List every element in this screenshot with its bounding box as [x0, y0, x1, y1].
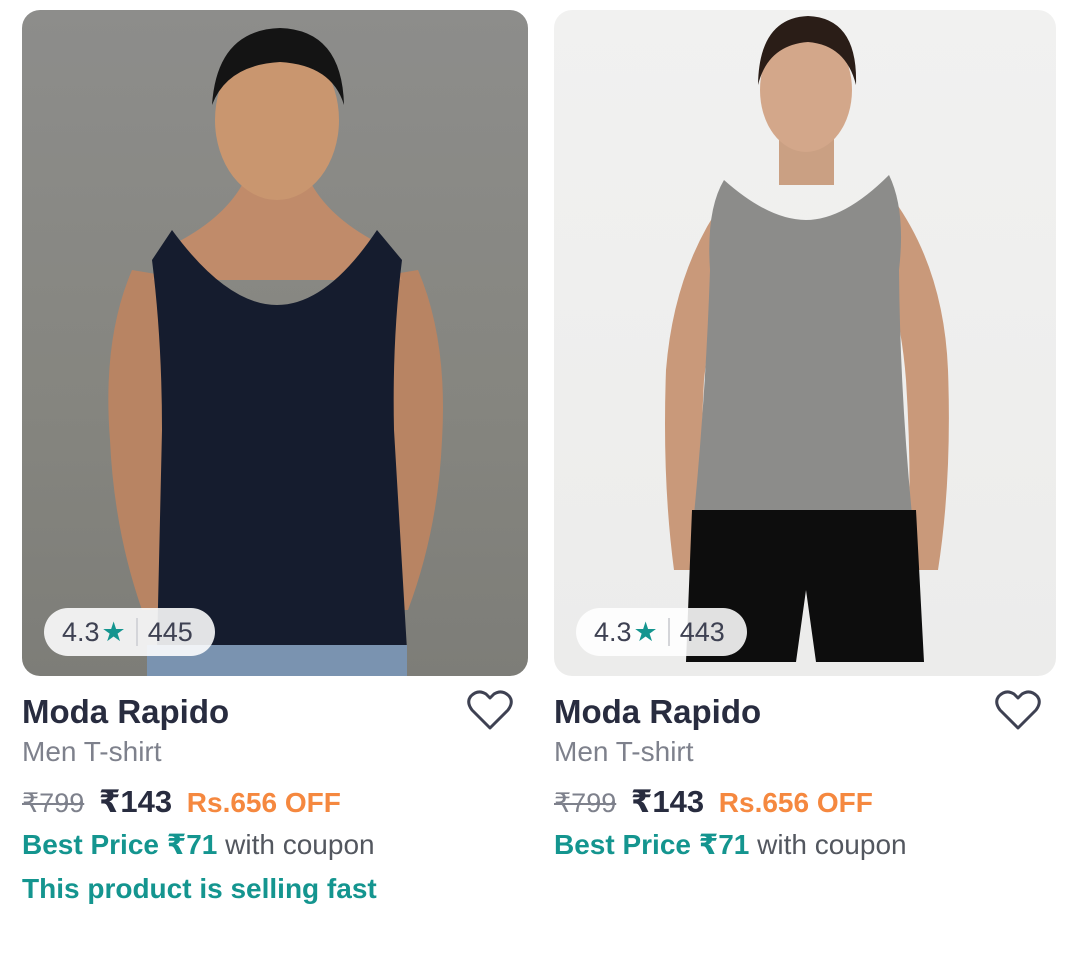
best-price-label: Best Price ₹71	[554, 829, 750, 860]
heart-outline-icon[interactable]	[466, 688, 514, 732]
price-row: ₹799 ₹143 Rs.656 OFF	[22, 782, 528, 823]
selling-price: ₹143	[630, 784, 705, 819]
rating-value: 4.3	[62, 616, 100, 647]
best-price-suffix: with coupon	[217, 829, 375, 860]
product-info: Moda Rapido Men T-shirt ₹799 ₹143 Rs.656…	[22, 676, 528, 911]
mrp-price: ₹799	[554, 788, 617, 818]
rating-badge: 4.3 ★ 443	[576, 608, 747, 656]
brand-name: Moda Rapido	[554, 693, 762, 730]
best-price-label: Best Price ₹71	[22, 829, 218, 860]
heart-outline-icon[interactable]	[994, 688, 1042, 732]
product-card[interactable]: 4.3 ★ 443 Moda Rapido Men T-shirt ₹799 ₹…	[554, 10, 1056, 867]
best-price-row: Best Price ₹71 with coupon	[554, 823, 1056, 867]
urgency-label: This product is selling fast	[22, 873, 377, 904]
star-icon: ★	[633, 616, 658, 647]
rating-badge: 4.3 ★ 445	[44, 608, 215, 656]
rating-divider	[135, 618, 138, 646]
price-row: ₹799 ₹143 Rs.656 OFF	[554, 782, 1056, 823]
rating-divider	[667, 618, 670, 646]
product-image[interactable]: 4.3 ★ 443	[554, 10, 1056, 676]
best-price-suffix: with coupon	[749, 829, 907, 860]
selling-price: ₹143	[98, 784, 173, 819]
rating-count: 443	[679, 616, 725, 647]
discount-label: Rs.656 OFF	[718, 787, 873, 818]
discount-label: Rs.656 OFF	[186, 787, 341, 818]
rating-value: 4.3	[594, 616, 632, 647]
model-photo	[108, 28, 443, 676]
star-icon: ★	[101, 616, 126, 647]
product-card[interactable]: 4.3 ★ 445 Moda Rapido Men T-shirt ₹799 ₹…	[22, 10, 528, 911]
model-photo	[665, 16, 949, 662]
brand-name: Moda Rapido	[22, 693, 230, 730]
mrp-price: ₹799	[22, 788, 85, 818]
product-subtitle: Men T-shirt	[22, 736, 162, 767]
rating-count: 445	[147, 616, 193, 647]
product-image[interactable]: 4.3 ★ 445	[22, 10, 528, 676]
best-price-row: Best Price ₹71 with coupon	[22, 823, 528, 867]
product-info: Moda Rapido Men T-shirt ₹799 ₹143 Rs.656…	[554, 676, 1056, 867]
product-subtitle: Men T-shirt	[554, 736, 694, 767]
